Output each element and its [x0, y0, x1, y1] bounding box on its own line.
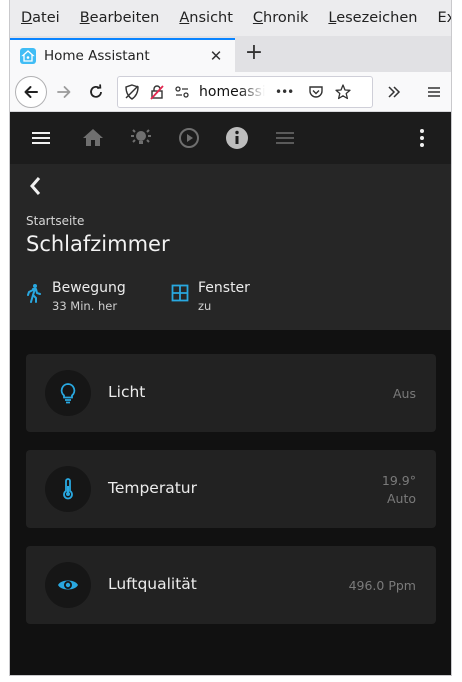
badge-state: zu	[198, 299, 212, 313]
tab-strip: Home Assistant ✕ +	[10, 36, 451, 72]
card-icon-badge	[45, 562, 91, 608]
card-licht[interactable]: Licht Aus	[26, 354, 436, 432]
tab-info[interactable]	[223, 124, 251, 152]
card-state-mode: Auto	[386, 491, 416, 506]
hamburger-menu-icon	[32, 132, 50, 144]
browser-window: Datei Bearbeiten Ansicht Chronik Lesezei…	[9, 0, 452, 676]
page-actions-more-icon[interactable]: •••	[275, 85, 294, 99]
menu-bearbeiten[interactable]: Bearbeiten	[80, 10, 160, 26]
reload-icon	[90, 84, 102, 98]
app-menu-button[interactable]	[418, 76, 450, 108]
back-button[interactable]	[24, 174, 48, 198]
browser-forward-button[interactable]	[48, 76, 80, 108]
card-state: 19.9°	[381, 473, 416, 488]
tab-overview[interactable]	[79, 124, 107, 152]
menu-chronik[interactable]: Chronik	[253, 10, 308, 26]
menu-extras[interactable]: Extra	[437, 10, 451, 26]
lightbulb-icon	[60, 383, 76, 404]
tab-list[interactable]	[271, 124, 299, 152]
reload-button[interactable]	[80, 76, 112, 108]
badge-fenster[interactable]: Fenster zu	[170, 280, 250, 313]
home-assistant-app: Startseite Schlafzimmer Bewegung 33 Min.…	[10, 112, 451, 675]
window-icon	[171, 284, 189, 302]
eye-icon	[58, 580, 78, 590]
tracking-protection-icon[interactable]	[121, 81, 143, 103]
url-bar[interactable]: homeassistant •••	[117, 76, 373, 108]
tab-title: Home Assistant	[44, 48, 150, 64]
card-icon-badge	[45, 370, 91, 416]
card-state: Aus	[393, 386, 416, 401]
page-title: Schlafzimmer	[26, 232, 170, 256]
room-header: Startseite Schlafzimmer Bewegung 33 Min.…	[10, 164, 451, 330]
arrow-left-icon	[24, 86, 38, 98]
sidebar-menu-button[interactable]	[27, 124, 55, 152]
menu-datei[interactable]: Datei	[21, 10, 60, 26]
menu-lesezeichen[interactable]: Lesezeichen	[328, 10, 417, 26]
navigation-bar: homeassistant •••	[10, 72, 451, 112]
arrow-right-icon	[57, 86, 71, 98]
insecure-connection-icon[interactable]	[146, 81, 168, 103]
card-state: 496.0 Ppm	[348, 578, 416, 593]
ceiling-lights-icon	[131, 129, 151, 144]
card-name: Luftqualität	[108, 575, 197, 593]
more-options-button[interactable]	[408, 124, 436, 152]
app-toolbar	[10, 112, 451, 164]
card-luftqualitaet[interactable]: Luftqualität 496.0 Ppm	[26, 546, 436, 624]
card-name: Licht	[108, 383, 146, 401]
thermometer-icon	[63, 478, 73, 500]
play-circle-icon	[179, 128, 199, 148]
menu-bar: Datei Bearbeiten Ansicht Chronik Lesezei…	[10, 0, 451, 36]
permissions-icon[interactable]	[171, 81, 193, 103]
badge-bewegung[interactable]: Bewegung 33 Min. her	[24, 280, 126, 313]
tab-lights[interactable]	[127, 124, 155, 152]
home-assistant-favicon-icon	[20, 48, 36, 64]
badge-state: 33 Min. her	[52, 299, 118, 313]
browser-back-button[interactable]	[15, 76, 47, 108]
card-temperatur[interactable]: Temperatur 19.9° Auto	[26, 450, 436, 528]
dots-vertical-icon	[420, 129, 424, 147]
tab-close-icon[interactable]: ✕	[209, 47, 223, 65]
home-icon	[83, 129, 103, 146]
breadcrumb[interactable]: Startseite	[26, 214, 84, 228]
card-icon-badge	[45, 466, 91, 512]
new-tab-button[interactable]: +	[242, 42, 266, 66]
chevron-left-icon	[30, 177, 41, 195]
hamburger-menu-icon	[428, 87, 440, 97]
card-name: Temperatur	[108, 479, 197, 497]
info-icon	[226, 127, 248, 149]
pocket-icon[interactable]	[305, 81, 327, 103]
tab-media[interactable]	[175, 124, 203, 152]
url-text: homeassistant	[199, 84, 265, 100]
badge-name: Fenster	[198, 280, 250, 296]
tab-home-assistant[interactable]: Home Assistant ✕	[10, 38, 235, 72]
menu-ansicht[interactable]: Ansicht	[179, 10, 233, 26]
walk-icon	[27, 284, 41, 303]
double-chevron-right-icon	[388, 86, 401, 98]
bookmark-star-icon[interactable]	[332, 81, 354, 103]
overflow-menu-button[interactable]	[378, 76, 410, 108]
badge-name: Bewegung	[52, 280, 126, 296]
list-lines-icon	[276, 132, 294, 144]
